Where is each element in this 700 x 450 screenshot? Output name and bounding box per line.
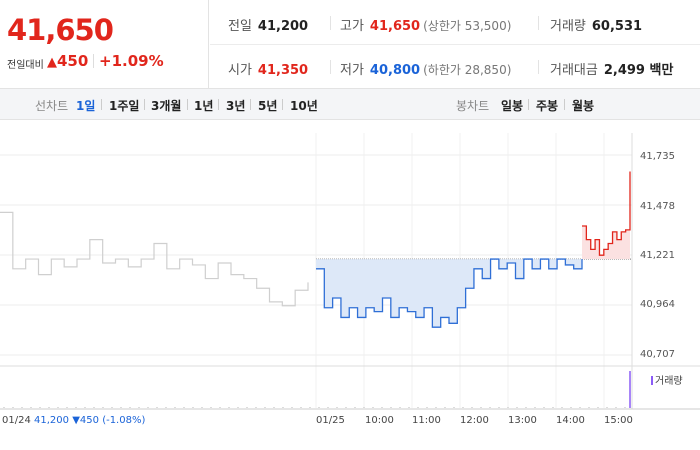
- y-tick-label: 41,478: [640, 201, 675, 212]
- price-chart-svg: [0, 133, 700, 410]
- volume-label: 거래량: [550, 19, 586, 34]
- open-label: 시가: [228, 63, 252, 78]
- chart-period-tabs: 선차트 1일 1주일 3개월 1년 3년 5년 10년 봉차트 일봉 주봉 월봉: [0, 89, 700, 120]
- candle-chart-label: 봉차트: [456, 99, 490, 113]
- x-tick-label: 15:00: [604, 415, 633, 426]
- turnover-stat: 거래대금 2,499 백만: [550, 59, 673, 78]
- volume-legend-swatch: [651, 376, 653, 385]
- prev-day-info: 01/24 41,200 ▼450 (-1.08%): [2, 415, 145, 426]
- divider: [330, 16, 331, 30]
- y-tick-label: 41,221: [640, 250, 675, 261]
- x-tick-label: 14:00: [556, 415, 585, 426]
- down-triangle-icon: ▼: [72, 415, 80, 426]
- change-percent: +1.09%: [99, 52, 164, 70]
- low-stat: 저가 40,800 (하한가 28,850): [340, 59, 511, 78]
- divider: [187, 99, 188, 110]
- tab-1-week[interactable]: 1주일: [109, 97, 139, 114]
- tab-weekly-candle[interactable]: 주봉: [536, 97, 558, 114]
- change-amount: ▲450: [47, 52, 88, 70]
- divider: [528, 99, 529, 110]
- series-previous-day-line: [0, 211, 309, 307]
- row-divider: [210, 44, 700, 45]
- high-value: 41,650: [369, 19, 421, 34]
- x-tick-label: 11:00: [412, 415, 441, 426]
- high-label: 고가: [340, 19, 364, 34]
- high-stat: 고가 41,650 (상한가 53,500): [340, 15, 511, 34]
- divider: [538, 60, 539, 74]
- intraday-price-chart: 41,735 41,478 41,221 40,964 40,707 거래량 0…: [0, 121, 700, 450]
- quote-summary: 41,650 전일대비 ▲450 +1.09% 전일 41,200 고가 41,65…: [0, 0, 700, 89]
- upper-limit: (상한가 53,500): [423, 19, 512, 33]
- open-value: 41,350: [257, 63, 309, 78]
- tab-10-years[interactable]: 10년: [290, 97, 318, 114]
- line-chart-label: 선차트: [35, 99, 69, 113]
- divider: [218, 99, 219, 110]
- y-tick-label: 41,735: [640, 151, 675, 162]
- volume-stat: 거래량 60,531: [550, 15, 642, 34]
- series-above-fill: [582, 171, 630, 260]
- current-price: 41,650: [7, 13, 114, 47]
- current-price-box: 41,650 전일대비 ▲450 +1.09%: [0, 0, 209, 89]
- tab-monthly-candle[interactable]: 월봉: [572, 97, 594, 114]
- x-tick-label: 10:00: [365, 415, 394, 426]
- tab-1-year[interactable]: 1년: [194, 97, 213, 114]
- divider: [93, 54, 94, 68]
- prev-day-change: 450: [79, 415, 99, 426]
- tab-3-years[interactable]: 3년: [226, 97, 245, 114]
- up-triangle-icon: ▲: [47, 55, 57, 70]
- lower-limit: (하한가 28,850): [423, 63, 512, 77]
- change-amount-value: 450: [57, 52, 89, 70]
- divider: [282, 99, 283, 110]
- prev-close-stat: 전일 41,200: [228, 15, 308, 34]
- divider: [538, 16, 539, 30]
- divider: [250, 99, 251, 110]
- prev-close-label: 전일: [228, 19, 252, 34]
- y-tick-label: 40,964: [640, 299, 675, 310]
- divider: [330, 60, 331, 74]
- change-label: 전일대비: [7, 60, 44, 71]
- tab-5-years[interactable]: 5년: [258, 97, 277, 114]
- divider: [564, 99, 565, 110]
- divider: [144, 99, 145, 110]
- tab-1-day[interactable]: 1일: [76, 97, 95, 114]
- low-value: 40,800: [369, 63, 421, 78]
- x-tick-label: 12:00: [460, 415, 489, 426]
- divider: [101, 99, 102, 110]
- volume-value: 60,531: [591, 19, 643, 34]
- prev-day-date: 01/24: [2, 415, 31, 426]
- open-stat: 시가 41,350: [228, 59, 308, 78]
- volume-legend: 거래량: [651, 372, 683, 387]
- volume-legend-label: 거래량: [655, 376, 683, 387]
- y-tick-label: 40,707: [640, 349, 675, 360]
- prev-day-price: 41,200: [34, 415, 70, 426]
- tab-daily-candle[interactable]: 일봉: [501, 97, 523, 114]
- tab-3-months[interactable]: 3개월: [151, 97, 181, 114]
- x-tick-label: 01/25: [316, 415, 345, 426]
- turnover-value: 2,499 백만: [603, 63, 674, 78]
- turnover-label: 거래대금: [550, 63, 598, 78]
- prev-day-percent: (-1.08%): [102, 415, 146, 426]
- low-label: 저가: [340, 63, 364, 78]
- x-tick-label: 13:00: [508, 415, 537, 426]
- prev-close-value: 41,200: [257, 19, 309, 34]
